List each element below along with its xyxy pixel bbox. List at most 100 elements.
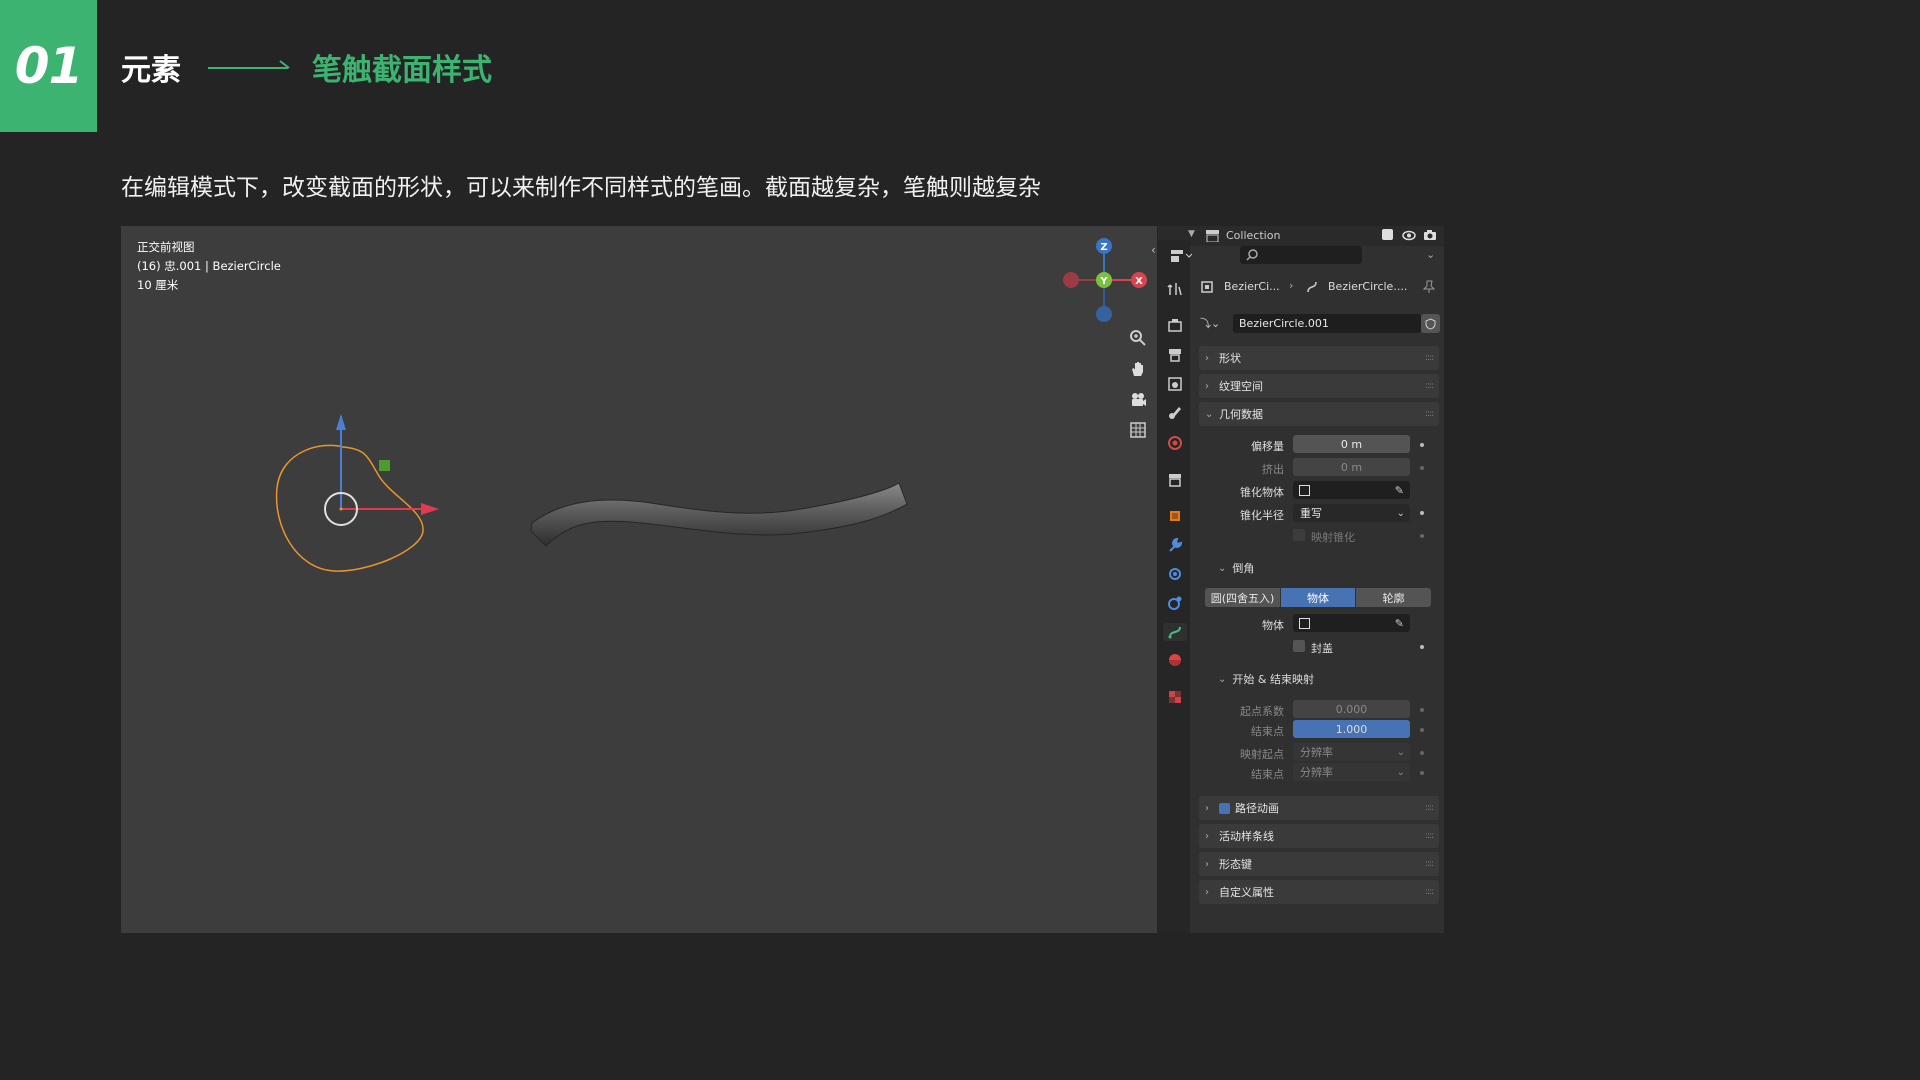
path-animation-checkbox[interactable] — [1219, 802, 1230, 814]
section-shape[interactable]: › 形状:::: — [1199, 346, 1439, 370]
keyframe-dot[interactable] — [1420, 728, 1424, 732]
world-tab-icon[interactable] — [1166, 434, 1184, 452]
object-icon — [1299, 617, 1310, 629]
map-end-value: 分辨率 — [1300, 766, 1333, 779]
expand-arrow-icon[interactable]: ▼ — [1188, 229, 1195, 239]
chevron-down-icon: ⌄ — [1396, 746, 1405, 758]
subsection-start-end[interactable]: ⌄ 开始 & 结束映射 — [1218, 668, 1314, 690]
eyedropper-icon[interactable]: ✎ — [1395, 617, 1404, 630]
render-camera-icon[interactable] — [1423, 229, 1437, 241]
keyframe-dot[interactable] — [1420, 534, 1424, 538]
slide-number-badge: 01 — [0, 0, 97, 132]
keyframe-dot[interactable] — [1420, 708, 1424, 712]
chevron-down-icon: ⌄ — [1218, 673, 1227, 685]
keyframe-dot[interactable] — [1420, 511, 1424, 515]
keyframe-dot[interactable] — [1420, 466, 1424, 470]
search-icon — [1246, 249, 1258, 261]
taper-radius-select[interactable]: 重写 ⌄ — [1293, 504, 1410, 522]
breadcrumb-object: BezierCi... — [1224, 280, 1280, 293]
keyframe-dot[interactable] — [1420, 645, 1424, 649]
output-tab-icon[interactable] — [1166, 346, 1184, 364]
start-factor-label: 起点系数 — [1240, 705, 1284, 718]
modifier-wrench-icon[interactable] — [1166, 536, 1184, 554]
eyedropper-icon[interactable]: ✎ — [1395, 484, 1404, 497]
map-end-select[interactable]: 分辨率 ⌄ — [1293, 763, 1410, 781]
offset-field[interactable]: 0 m — [1293, 435, 1410, 453]
pin-icon[interactable] — [1423, 280, 1435, 294]
bevel-object-field[interactable]: ✎ — [1293, 614, 1410, 632]
chevron-left-icon[interactable]: ‹ — [1151, 243, 1156, 257]
collection-tab-icon[interactable] — [1166, 471, 1184, 489]
section-shape-keys[interactable]: › 形态键:::: — [1199, 852, 1439, 876]
chevron-down-icon: ⌄ — [1218, 562, 1227, 574]
bevel-object-label: 物体 — [1262, 619, 1284, 632]
view-layer-tab-icon[interactable] — [1166, 375, 1184, 393]
keyframe-dot[interactable] — [1420, 443, 1424, 447]
map-start-label: 映射起点 — [1240, 748, 1284, 761]
section-custom-properties[interactable]: › 自定义属性:::: — [1199, 880, 1439, 904]
section-geometry[interactable]: ⌄ 几何数据:::: — [1199, 402, 1439, 426]
bevel-mode-object[interactable]: 物体 — [1281, 588, 1355, 607]
taper-object-label: 锥化物体 — [1240, 486, 1284, 499]
object-icon — [1201, 281, 1213, 293]
fill-caps-label: 封盖 — [1311, 642, 1333, 655]
slide-number: 01 — [14, 37, 84, 95]
fake-user-shield-icon[interactable] — [1421, 314, 1440, 333]
datablock-name-field[interactable]: BezierCircle.001 — [1233, 314, 1421, 333]
section-texture-space[interactable]: › 纹理空间:::: — [1199, 374, 1439, 398]
3d-viewport[interactable]: 正交前视图 (16) 忠.001 | BezierCircle 10 厘米 Z … — [121, 226, 1157, 933]
navigation-gizmo[interactable]: Z X Y — [121, 226, 1157, 346]
zoom-icon[interactable] — [1124, 324, 1152, 352]
material-tab-icon[interactable] — [1166, 651, 1184, 669]
eye-icon[interactable] — [1402, 230, 1416, 241]
keyframe-dot[interactable] — [1420, 751, 1424, 755]
start-factor-field[interactable]: 0.000 — [1293, 700, 1410, 718]
curve-data-icon — [1307, 281, 1317, 293]
collection-checkbox[interactable] — [1382, 229, 1393, 240]
gizmo-y-label: Y — [1099, 276, 1108, 287]
object-tab-icon[interactable] — [1166, 507, 1184, 525]
keyframe-dot[interactable] — [1420, 771, 1424, 775]
extrude-field[interactable]: 0 m — [1293, 458, 1410, 476]
curve-data-tab-icon[interactable] — [1163, 623, 1187, 641]
bevel-mode-round[interactable]: 圆(四舍五入) — [1205, 588, 1280, 607]
camera-view-icon[interactable] — [1124, 386, 1152, 414]
datablock-browse-icon[interactable]: ⤵⌄ — [1200, 315, 1220, 331]
subsection-bevel[interactable]: ⌄ 倒角 — [1218, 557, 1254, 579]
particles-tab-icon[interactable] — [1166, 565, 1184, 583]
slide-description: 在编辑模式下，改变截面的形状，可以来制作不同样式的笔画。截面越复杂，笔触则越复杂 — [121, 175, 1041, 201]
tool-tab-icon[interactable] — [1166, 280, 1184, 298]
taper-object-field[interactable]: ✎ — [1293, 481, 1410, 499]
end-factor-field[interactable]: 1.000 — [1293, 720, 1410, 738]
physics-tab-icon[interactable] — [1166, 594, 1184, 612]
editor-type-selector[interactable] — [1170, 245, 1192, 267]
grid-view-icon[interactable] — [1124, 416, 1152, 444]
options-dropdown-icon[interactable]: ⌄ — [1426, 248, 1435, 261]
end-factor-label: 结束点 — [1251, 725, 1284, 738]
x-axis-arrow-icon — [421, 503, 439, 515]
bevelled-tube-stroke — [530, 482, 908, 547]
map-taper-checkbox[interactable] — [1293, 529, 1305, 541]
title-arrow-icon — [208, 60, 290, 69]
properties-tab-column — [1158, 240, 1190, 933]
texture-tab-icon[interactable] — [1166, 688, 1184, 706]
object-icon — [1299, 484, 1310, 496]
scene-tab-icon[interactable] — [1166, 404, 1184, 422]
render-tab-icon[interactable] — [1166, 316, 1184, 334]
gizmo-z-label: Z — [1100, 242, 1107, 253]
search-input[interactable] — [1240, 246, 1362, 264]
map-end-label: 结束点 — [1251, 768, 1284, 781]
pan-hand-icon[interactable] — [1124, 355, 1152, 383]
slide-subtitle: 笔触截面样式 — [312, 53, 492, 88]
map-start-select[interactable]: 分辨率 ⌄ — [1293, 743, 1410, 761]
y-handle-square — [379, 460, 390, 471]
offset-label: 偏移量 — [1251, 440, 1284, 453]
breadcrumb-separator-icon: › — [1289, 279, 1294, 292]
bevel-mode-profile[interactable]: 轮廓 — [1356, 588, 1431, 607]
fill-caps-checkbox[interactable] — [1293, 640, 1305, 652]
extrude-label: 挤出 — [1262, 463, 1284, 476]
section-path-animation[interactable]: › 路径动画:::: — [1199, 796, 1439, 820]
section-active-spline[interactable]: › 活动样条线:::: — [1199, 824, 1439, 848]
map-start-value: 分辨率 — [1300, 746, 1333, 759]
outliner-collection-row[interactable]: ▼ Collection — [1158, 226, 1444, 246]
